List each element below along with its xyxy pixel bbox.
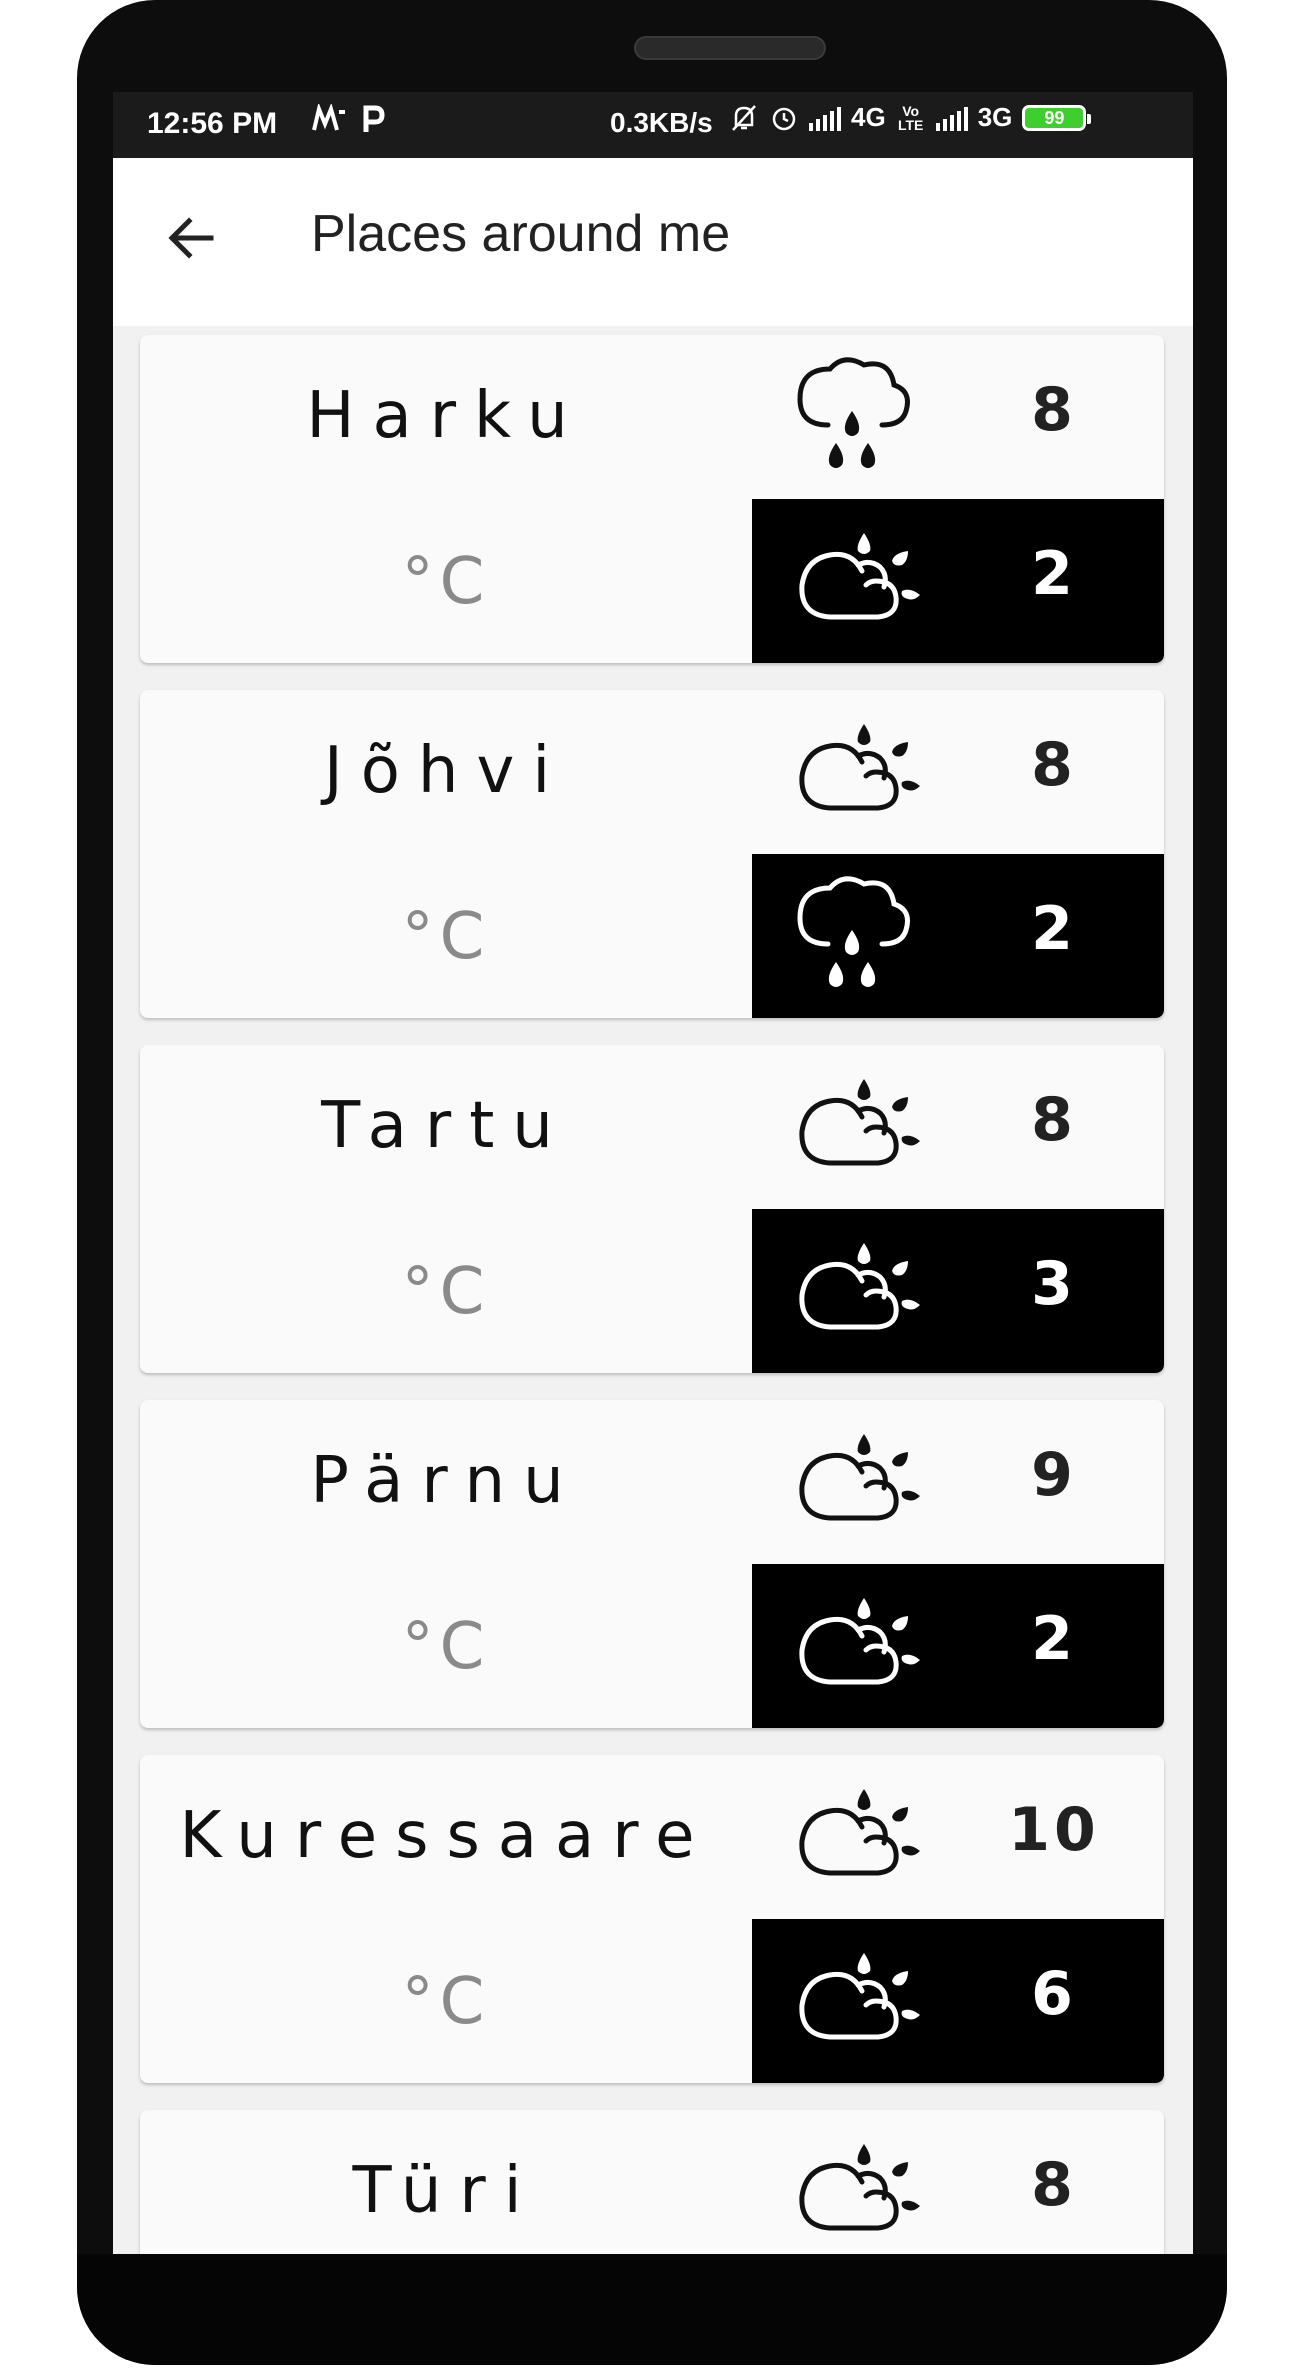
- volte-badge: Vo LTE: [897, 102, 924, 133]
- place-card[interactable]: Tartu °C 8 3: [140, 1045, 1164, 1373]
- rain-icon: [772, 866, 932, 1006]
- temperature-today: 8: [1031, 2150, 1077, 2220]
- forecast-today: 10: [752, 1755, 1164, 1919]
- rain-icon: [772, 347, 932, 487]
- forecast-tomorrow: 6: [752, 1919, 1164, 2083]
- status-bar: 12:56 PM 0.3KB/s 4G Vo LTE 3G 99: [113, 92, 1193, 158]
- screen: 12:56 PM 0.3KB/s 4G Vo LTE 3G 99 Places …: [113, 92, 1193, 2254]
- place-name: Harku: [306, 379, 586, 453]
- app-bar: Places around me: [113, 158, 1193, 326]
- partly-sunny-icon: [772, 1576, 932, 1716]
- temperature-tomorrow: 2: [1031, 539, 1077, 609]
- forecast-today: 9: [752, 1400, 1164, 1564]
- place-card[interactable]: Türi°C8: [140, 2110, 1164, 2254]
- temperature-today: 8: [1031, 375, 1077, 445]
- partly-sunny-icon: [772, 2122, 932, 2254]
- forecast-today: 8: [752, 2110, 1164, 2254]
- partly-sunny-icon: [772, 1221, 932, 1361]
- notification-icons: [311, 102, 385, 142]
- network-type-2: 3G: [977, 102, 1013, 132]
- partly-sunny-icon: [772, 1412, 932, 1552]
- signal-icon-2: [935, 105, 968, 131]
- place-name: Jõhvi: [323, 734, 569, 808]
- temperature-today: 8: [1031, 1085, 1077, 1155]
- temperature-today: 8: [1031, 730, 1077, 800]
- temperature-tomorrow: 2: [1031, 1604, 1077, 1674]
- place-card[interactable]: Pärnu °C 9 2: [140, 1400, 1164, 1728]
- alarm-icon: [772, 107, 796, 130]
- temperature-unit: °C: [401, 1255, 491, 1329]
- network-type-1: 4G: [851, 102, 886, 132]
- p-icon: [361, 104, 385, 142]
- mi-icon: [311, 102, 347, 142]
- mute-bell-icon: [732, 104, 756, 131]
- temperature-tomorrow: 2: [1031, 894, 1077, 964]
- forecast-tomorrow: 3: [752, 1209, 1164, 1373]
- forecast-today: 8: [752, 1045, 1164, 1209]
- partly-sunny-icon: [772, 511, 932, 651]
- forecast-tomorrow: 2: [752, 854, 1164, 1018]
- arrow-left-icon: [168, 217, 214, 259]
- battery-icon: 99: [1022, 104, 1092, 131]
- phone-chin: [77, 2254, 1227, 2365]
- place-name: Tartu: [321, 1089, 571, 1163]
- place-card[interactable]: Kuressaare °C 10 6: [140, 1755, 1164, 2083]
- partly-sunny-icon: [772, 702, 932, 842]
- temperature-today: 9: [1031, 1440, 1077, 1510]
- signal-icon-1: [809, 105, 841, 131]
- forecast-tomorrow: 2: [752, 1564, 1164, 1728]
- temperature-unit: °C: [401, 900, 491, 974]
- place-card[interactable]: Harku °C 8 2: [140, 335, 1164, 663]
- forecast-today: 8: [752, 690, 1164, 854]
- partly-sunny-icon: [772, 1057, 932, 1197]
- temperature-today: 10: [1008, 1795, 1100, 1865]
- page-title: Places around me: [311, 205, 731, 263]
- earpiece-speaker: [634, 36, 826, 60]
- status-time: 12:56 PM: [147, 107, 278, 140]
- temperature-unit: °C: [401, 1610, 491, 1684]
- partly-sunny-icon: [772, 1931, 932, 2071]
- place-card[interactable]: Jõhvi °C 8 2: [140, 690, 1164, 1018]
- system-icons: 4G Vo LTE 3G 99: [729, 102, 1092, 133]
- forecast-today: 8: [752, 335, 1164, 499]
- place-name: Kuressaare: [179, 1799, 713, 1873]
- network-speed: 0.3KB/s: [610, 107, 713, 138]
- temperature-tomorrow: 6: [1031, 1959, 1077, 2029]
- forecast-tomorrow: 2: [752, 499, 1164, 663]
- place-name: Pärnu: [310, 1444, 582, 1518]
- temperature-tomorrow: 3: [1031, 1249, 1077, 1319]
- temperature-unit: °C: [401, 545, 491, 619]
- back-button[interactable]: [151, 198, 231, 278]
- place-name: Türi: [352, 2154, 540, 2228]
- temperature-unit: °C: [401, 1965, 491, 2039]
- partly-sunny-icon: [772, 1767, 932, 1907]
